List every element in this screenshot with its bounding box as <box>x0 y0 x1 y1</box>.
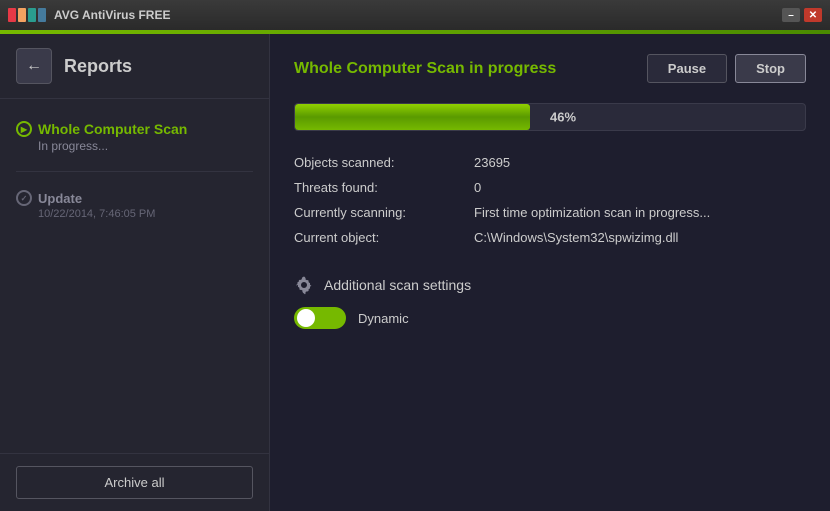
dynamic-label: Dynamic <box>358 311 409 326</box>
sidebar-items: ▶ Whole Computer Scan In progress... ✓ U… <box>0 99 269 453</box>
title-bar-controls: – ✕ <box>782 8 822 22</box>
progress-bar-inner <box>295 104 530 130</box>
main-content: Whole Computer Scan in progress Pause St… <box>270 34 830 511</box>
stop-button[interactable]: Stop <box>735 54 806 83</box>
minimize-button[interactable]: – <box>782 8 800 22</box>
app-title: AVG AntiVirus FREE <box>54 8 170 22</box>
progress-bar-outer: 46% <box>294 103 806 131</box>
detail-value-objects: 23695 <box>474 155 510 170</box>
logo-block-blue <box>38 8 46 22</box>
archive-all-button[interactable]: Archive all <box>16 466 253 499</box>
sidebar-footer: Archive all <box>0 453 269 511</box>
detail-row-currently-scanning: Currently scanning: First time optimizat… <box>294 205 806 220</box>
pause-button[interactable]: Pause <box>647 54 727 83</box>
additional-scan-settings-link[interactable]: Additional scan settings <box>294 275 806 295</box>
progress-container: 46% <box>294 103 806 131</box>
detail-value-current-object: C:\Windows\System32\spwizimg.dll <box>474 230 678 245</box>
item-name-update: ✓ Update <box>16 190 253 206</box>
main-layout: ← Reports ▶ Whole Computer Scan In progr… <box>0 34 830 511</box>
gear-icon <box>294 275 314 295</box>
sidebar-item-update[interactable]: ✓ Update 10/22/2014, 7:46:05 PM <box>0 180 269 230</box>
logo-block-orange <box>18 8 26 22</box>
detail-value-currently-scanning: First time optimization scan in progress… <box>474 205 710 220</box>
logo-block-red <box>8 8 16 22</box>
detail-label-current-object: Current object: <box>294 230 474 245</box>
title-bar-left: AVG AntiVirus FREE <box>8 8 170 22</box>
additional-scan-settings-label: Additional scan settings <box>324 277 471 293</box>
logo-block-green <box>28 8 36 22</box>
item-timestamp-update: 10/22/2014, 7:46:05 PM <box>38 208 253 220</box>
scan-title: Whole Computer Scan in progress <box>294 60 556 78</box>
play-icon: ▶ <box>16 121 32 137</box>
detail-label-threats: Threats found: <box>294 180 474 195</box>
item-name-whole-computer-scan: ▶ Whole Computer Scan <box>16 121 253 137</box>
avg-logo <box>8 8 46 22</box>
detail-label-objects: Objects scanned: <box>294 155 474 170</box>
progress-label: 46% <box>550 110 576 125</box>
title-bar: AVG AntiVirus FREE – ✕ <box>0 0 830 30</box>
sidebar-divider <box>16 171 253 172</box>
sidebar-title: Reports <box>64 56 132 77</box>
sidebar-header: ← Reports <box>0 34 269 99</box>
additional-settings: Additional scan settings Dynamic <box>294 275 806 329</box>
check-icon: ✓ <box>16 190 32 206</box>
scan-details: Objects scanned: 23695 Threats found: 0 … <box>294 155 806 245</box>
sidebar-item-whole-computer-scan[interactable]: ▶ Whole Computer Scan In progress... <box>0 111 269 163</box>
toggle-knob <box>297 309 315 327</box>
detail-label-currently-scanning: Currently scanning: <box>294 205 474 220</box>
back-button[interactable]: ← <box>16 48 52 84</box>
close-button[interactable]: ✕ <box>804 8 822 22</box>
scan-controls: Pause Stop <box>647 54 806 83</box>
item-status-scan: In progress... <box>38 139 253 153</box>
sidebar: ← Reports ▶ Whole Computer Scan In progr… <box>0 34 270 511</box>
detail-row-objects: Objects scanned: 23695 <box>294 155 806 170</box>
detail-row-threats: Threats found: 0 <box>294 180 806 195</box>
scan-header: Whole Computer Scan in progress Pause St… <box>294 54 806 83</box>
dynamic-toggle[interactable] <box>294 307 346 329</box>
detail-value-threats: 0 <box>474 180 481 195</box>
detail-row-current-object: Current object: C:\Windows\System32\spwi… <box>294 230 806 245</box>
dynamic-toggle-row: Dynamic <box>294 307 806 329</box>
